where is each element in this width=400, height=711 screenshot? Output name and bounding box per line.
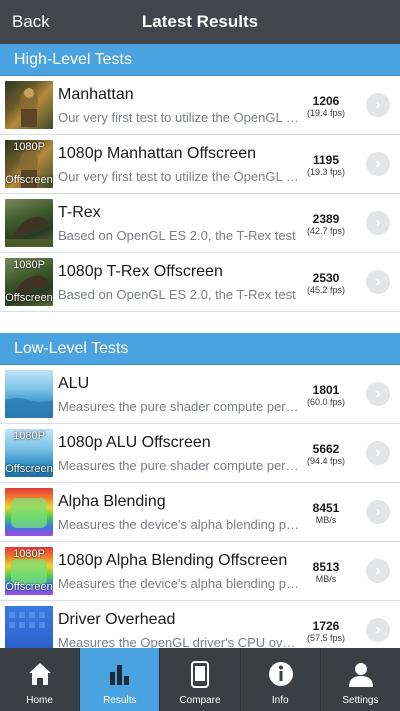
test-title: Alpha Blending — [58, 493, 166, 510]
tab-label: Compare — [179, 695, 221, 706]
test-thumbnail: 1080P Offscreen — [5, 547, 53, 595]
test-score-unit: (94.4 fps) — [306, 456, 346, 466]
test-row-alu[interactable]: ALU Measures the pure shader compute per… — [0, 365, 400, 424]
test-description: Measures the device's alpha blending per… — [58, 517, 300, 532]
test-score: 8513 — [312, 560, 340, 574]
test-description: Based on OpenGL ES 2.0, the T-Rex test — [58, 228, 296, 243]
test-score-unit: (19.3 fps) — [306, 167, 346, 177]
tab-label: Info — [271, 695, 289, 706]
chevron-right-icon[interactable]: › — [366, 500, 390, 524]
test-score: 2389 — [312, 212, 340, 226]
test-score-unit: (60.0 fps) — [306, 397, 346, 407]
chevron-right-icon[interactable]: › — [366, 270, 390, 294]
compare-icon — [191, 661, 210, 688]
test-title: 1080p Manhattan Offscreen — [58, 145, 257, 162]
test-description: Measures the pure shader compute perform… — [58, 458, 300, 473]
tab-info[interactable]: Info — [241, 648, 321, 711]
navigation-bar: Back Latest Results — [0, 0, 400, 44]
test-score: 8451 — [312, 501, 340, 515]
thumbnail-resolution-label: 1080P — [13, 259, 45, 271]
test-thumbnail — [5, 81, 53, 129]
test-thumbnail: 1080P Offscreen — [5, 429, 53, 477]
tab-label: Settings — [342, 695, 379, 706]
chevron-right-icon[interactable]: › — [366, 93, 390, 117]
test-row-1080p-alu-offscreen[interactable]: 1080P Offscreen 1080p ALU Offscreen Meas… — [0, 424, 400, 483]
test-description: Our very first test to utilize the OpenG… — [58, 110, 300, 125]
test-score: 1801 — [312, 383, 340, 397]
chevron-right-icon[interactable]: › — [366, 441, 390, 465]
chevron-right-icon[interactable]: › — [366, 559, 390, 583]
test-title: 1080p ALU Offscreen — [58, 434, 211, 451]
test-description: Based on OpenGL ES 2.0, the T-Rex test — [58, 287, 296, 302]
test-row-1080p-alpha-blending-offscreen[interactable]: 1080P Offscreen 1080p Alpha Blending Off… — [0, 542, 400, 601]
section-header-high-level: High-Level Tests — [0, 44, 400, 76]
tab-compare[interactable]: Compare — [160, 648, 241, 711]
test-description: Measures the OpenGL driver's CPU overhea… — [58, 635, 300, 648]
thumbnail-offscreen-label: Offscreen — [5, 292, 53, 304]
test-description: Our very first test to utilize the OpenG… — [58, 169, 300, 184]
test-score: 5662 — [312, 442, 340, 456]
test-thumbnail: 1080P Offscreen — [5, 258, 53, 306]
tab-settings[interactable]: Settings — [321, 648, 400, 711]
test-thumbnail — [5, 606, 53, 648]
section-spacer — [0, 312, 400, 333]
home-icon — [29, 663, 51, 685]
test-score: 1726 — [312, 619, 340, 633]
thumbnail-resolution-label: 1080P — [13, 548, 45, 560]
test-row-1080p-manhattan-offscreen[interactable]: 1080P Offscreen 1080p Manhattan Offscree… — [0, 135, 400, 194]
chevron-right-icon[interactable]: › — [366, 211, 390, 235]
test-row-alpha-blending[interactable]: Alpha Blending Measures the device's alp… — [0, 483, 400, 542]
test-row-manhattan[interactable]: Manhattan Our very first test to utilize… — [0, 76, 400, 135]
tab-label: Results — [103, 695, 137, 706]
test-score-unit: MB/s — [315, 574, 337, 584]
test-thumbnail — [5, 488, 53, 536]
test-title: Driver Overhead — [58, 611, 176, 628]
test-score: 1206 — [312, 94, 340, 108]
tab-bar: Home Results Compare Info Settings — [0, 648, 400, 711]
thumbnail-offscreen-label: Offscreen — [5, 463, 53, 475]
thumbnail-offscreen-label: Offscreen — [5, 581, 53, 593]
tab-home[interactable]: Home — [0, 648, 81, 711]
test-title: Manhattan — [58, 86, 134, 103]
chevron-right-icon[interactable]: › — [366, 618, 390, 642]
tab-results[interactable]: Results — [80, 648, 161, 711]
test-score-unit: (19.4 fps) — [306, 108, 346, 118]
test-title: T-Rex — [58, 204, 101, 221]
test-title: 1080p T-Rex Offscreen — [58, 263, 223, 280]
test-thumbnail — [5, 199, 53, 247]
test-score: 1195 — [312, 153, 340, 167]
test-thumbnail: 1080P Offscreen — [5, 140, 53, 188]
test-score: 2530 — [312, 271, 340, 285]
test-title: 1080p Alpha Blending Offscreen — [58, 552, 288, 569]
test-row-t-rex[interactable]: T-Rex Based on OpenGL ES 2.0, the T-Rex … — [0, 194, 400, 253]
test-score-unit: (45.2 fps) — [306, 285, 346, 295]
settings-icon — [348, 663, 373, 687]
thumbnail-resolution-label: 1080P — [13, 430, 45, 442]
section-header-low-level: Low-Level Tests — [0, 333, 400, 365]
test-description: Measures the device's alpha blending per… — [58, 576, 300, 591]
tab-label: Home — [26, 695, 53, 706]
test-score-unit: (57.5 fps) — [306, 633, 346, 643]
test-title: ALU — [58, 375, 90, 392]
test-thumbnail — [5, 370, 53, 418]
results-icon — [110, 665, 130, 685]
test-row-driver-overhead[interactable]: Driver Overhead Measures the OpenGL driv… — [0, 601, 400, 648]
chevron-right-icon[interactable]: › — [366, 382, 390, 406]
info-icon — [268, 662, 293, 686]
thumbnail-offscreen-label: Offscreen — [5, 174, 53, 186]
page-title: Latest Results — [141, 12, 259, 31]
test-description: Measures the pure shader compute perform… — [58, 399, 300, 414]
test-score-unit: (42.7 fps) — [306, 226, 346, 236]
thumbnail-resolution-label: 1080P — [13, 141, 45, 153]
results-list[interactable]: High-Level Tests Manhattan Our very firs… — [0, 44, 400, 648]
test-row-1080p-t-rex-offscreen[interactable]: 1080P Offscreen 1080p T-Rex Offscreen Ba… — [0, 253, 400, 312]
chevron-right-icon[interactable]: › — [366, 152, 390, 176]
test-score-unit: MB/s — [315, 515, 337, 525]
